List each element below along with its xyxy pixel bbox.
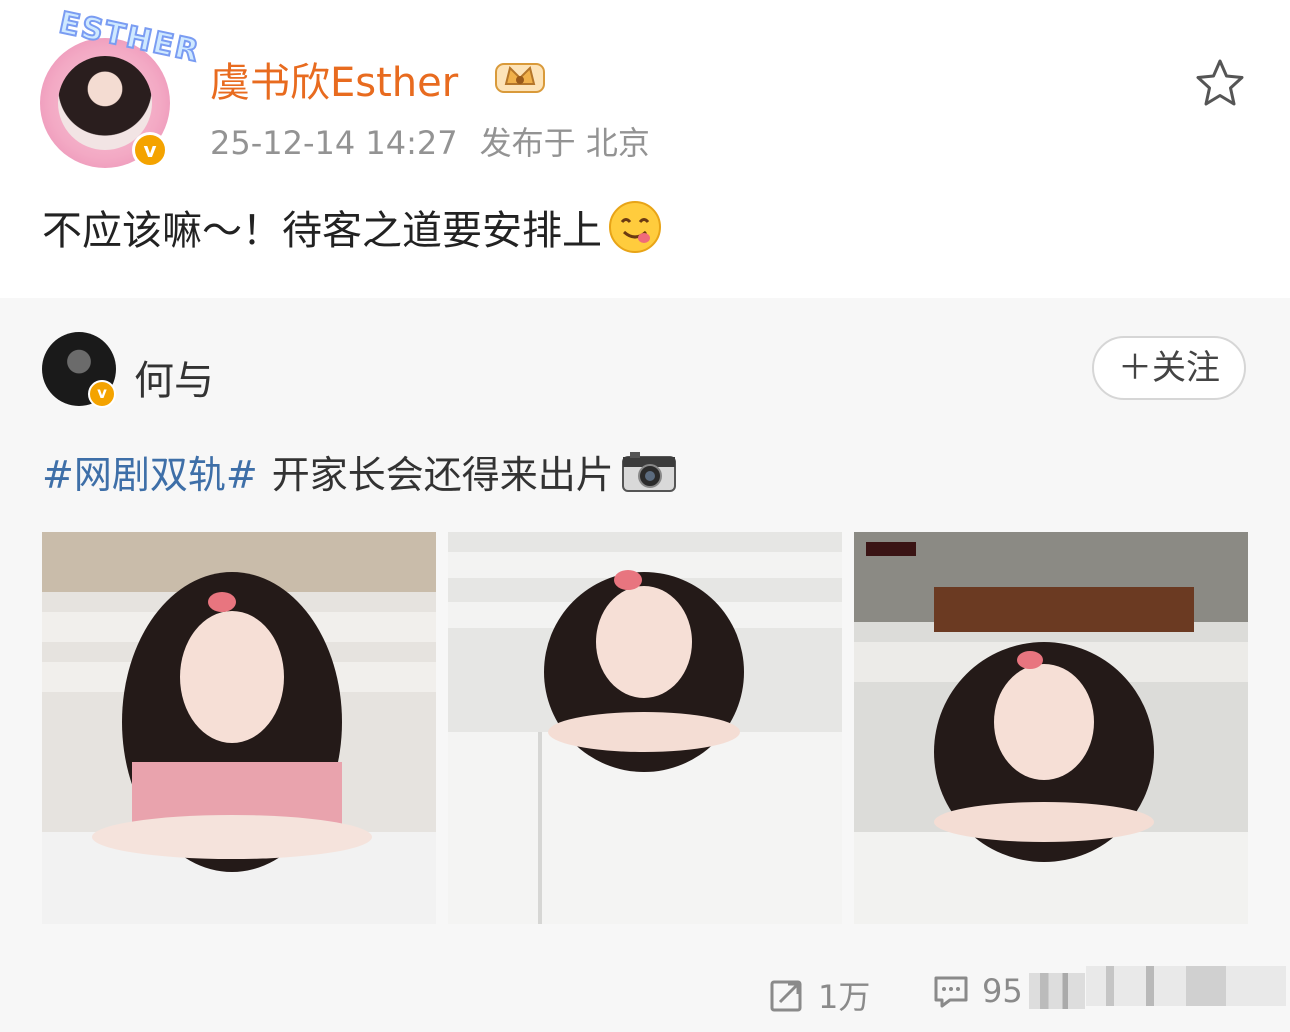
repost-button[interactable]: 1万: [768, 972, 870, 1018]
reposted-content[interactable]: v 何与 ＋关注 #网剧双轨# 开家长会还得来出片 1万 95: [0, 298, 1290, 1032]
repost-icon: [770, 980, 802, 1012]
yum-face-emoji: [609, 201, 661, 253]
comment-button[interactable]: 95: [932, 972, 1085, 1010]
photo-1[interactable]: [42, 532, 436, 924]
like-button[interactable]: [1086, 966, 1286, 1006]
repost-author-name[interactable]: 何与: [134, 348, 214, 406]
photo-1-image: [42, 532, 436, 924]
repost-body: #网剧双轨# 开家长会还得来出片: [42, 444, 678, 499]
post-location: 发布于 北京: [479, 124, 650, 162]
post-timestamp: 25-12-14 14:27: [210, 124, 458, 162]
like-glitch-artifact: [1086, 966, 1286, 1006]
camera-emoji: [621, 451, 676, 492]
weibo-post: ESTHER v 虞书欣Esther 25-12-14 14:27 发布于 北京 …: [0, 0, 1290, 298]
photo-2-image: [448, 532, 842, 924]
comment-icon: [934, 976, 968, 1008]
repost-count: 1万: [818, 978, 871, 1016]
comment-count: 95: [982, 972, 1023, 1010]
photo-2[interactable]: [448, 532, 842, 924]
star-outline-icon[interactable]: [1192, 56, 1248, 112]
verified-v-icon: v: [132, 132, 168, 168]
post-meta: 25-12-14 14:27 发布于 北京: [210, 118, 650, 164]
photo-3[interactable]: [854, 532, 1248, 924]
photo-grid: [42, 532, 1248, 924]
crown-member-icon: [495, 63, 545, 93]
author-avatar[interactable]: ESTHER v: [36, 4, 204, 168]
post-text: 不应该嘛～！待客之道要安排上: [42, 208, 602, 254]
action-bar: 1万 95: [0, 966, 1290, 1016]
follow-button[interactable]: ＋关注: [1092, 336, 1246, 400]
glitch-artifact: [1028, 973, 1085, 1009]
hashtag-link[interactable]: #网剧双轨#: [42, 444, 258, 499]
verified-v-icon: v: [88, 380, 116, 408]
photo-3-image: [854, 532, 1248, 924]
author-name[interactable]: 虞书欣Esther: [210, 50, 458, 108]
repost-text: 开家长会还得来出片: [271, 453, 614, 497]
post-body: 不应该嘛～！待客之道要安排上: [42, 198, 662, 256]
